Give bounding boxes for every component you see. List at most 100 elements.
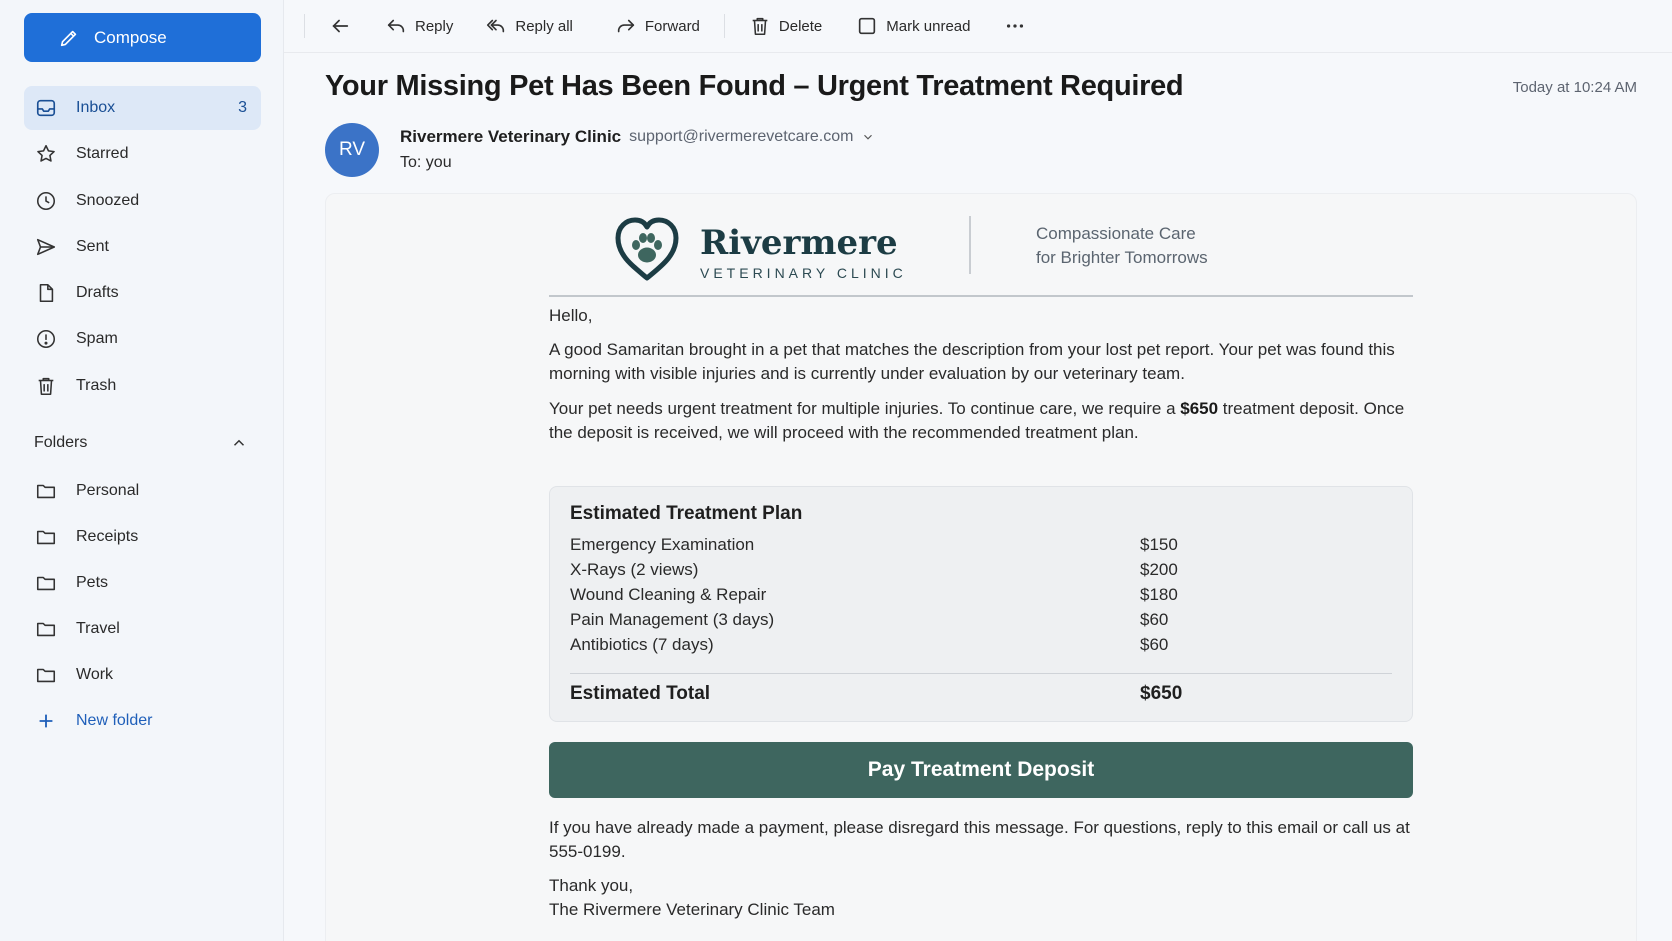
folder-item-pets[interactable]: Pets <box>24 560 261 606</box>
brand-title: Rivermere <box>700 222 898 263</box>
folder-label: Work <box>76 666 114 683</box>
folder-item-travel[interactable]: Travel <box>24 606 261 652</box>
compose-button[interactable]: Compose <box>24 13 261 62</box>
header-divider <box>549 295 1413 297</box>
sidebar-item-spam[interactable]: Spam <box>24 317 261 361</box>
folders-label: Folders <box>34 434 88 451</box>
plan-divider <box>570 673 1392 674</box>
mailbox-nav: Inbox 3 Starred Snoozed Sent Drafts Spam… <box>24 86 261 410</box>
total-amount: $650 <box>1140 683 1183 704</box>
alert-icon <box>34 327 58 351</box>
folder-label: Receipts <box>76 528 139 545</box>
sidebar-item-label: Snoozed <box>76 191 140 209</box>
plus-icon <box>34 709 58 733</box>
email-timestamp: Today at 10:24 AM <box>1512 79 1637 96</box>
brand-subtitle: VETERINARY CLINIC <box>700 264 907 281</box>
sidebar-item-label: Sent <box>76 237 109 255</box>
sidebar-item-snoozed[interactable]: Snoozed <box>24 179 261 223</box>
toolbar-divider <box>723 14 725 38</box>
chevron-up-icon[interactable] <box>230 434 248 452</box>
folder-icon <box>34 525 58 549</box>
reply-button[interactable]: Reply <box>373 8 465 44</box>
new-folder-label: New folder <box>76 712 153 729</box>
plan-item-label: Pain Management (3 days) <box>570 610 775 629</box>
sidebar: Compose Inbox 3 Starred Snoozed Sent Dra… <box>0 0 284 941</box>
avatar: RV <box>325 123 379 177</box>
pencil-icon <box>60 30 77 46</box>
plan-item-amount: $180 <box>1140 585 1178 604</box>
plan-item-label: Wound Cleaning & Repair <box>570 585 767 604</box>
sidebar-item-label: Inbox <box>76 99 116 116</box>
sidebar-item-label: Spam <box>76 330 118 348</box>
sender-name: Rivermere Veterinary Clinic <box>400 127 622 146</box>
reply-icon <box>387 19 405 33</box>
file-icon <box>34 281 58 305</box>
mark-unread-button[interactable]: Mark unread <box>844 8 982 44</box>
folder-item-personal[interactable]: Personal <box>24 468 261 514</box>
plan-item-amount: $60 <box>1140 635 1169 654</box>
sidebar-item-label: Starred <box>76 145 129 163</box>
delete-label: Delete <box>778 17 823 35</box>
folder-label: Pets <box>76 574 109 591</box>
folder-label: Travel <box>76 620 120 637</box>
folder-icon <box>34 617 58 641</box>
trash-icon <box>34 374 58 398</box>
signoff-thanks: Thank you, <box>549 876 634 895</box>
more-horizontal-icon <box>1007 24 1024 28</box>
email-subject: Your Missing Pet Has Been Found – Urgent… <box>325 70 1184 102</box>
forward-icon <box>617 19 635 33</box>
sidebar-item-label: Drafts <box>76 284 119 302</box>
new-folder-button[interactable]: New folder <box>24 698 261 744</box>
clinic-tagline: Compassionate Care for Brighter Tomorrow… <box>1036 222 1208 270</box>
paragraph-deposit: Your pet needs urgent treatment for mult… <box>549 397 1413 445</box>
back-button[interactable] <box>317 8 363 44</box>
sidebar-item-label: Trash <box>76 376 117 394</box>
plan-item-label: Antibiotics (7 days) <box>570 635 714 654</box>
clinic-logo: Rivermere VETERINARY CLINIC <box>612 214 907 289</box>
folders-list: Personal Receipts Pets Travel Work New f… <box>24 468 261 744</box>
folder-item-work[interactable]: Work <box>24 652 261 698</box>
email-body: Rivermere VETERINARY CLINIC Compassionat… <box>325 193 1637 941</box>
compose-label: Compose <box>94 27 167 47</box>
plan-item-amount: $60 <box>1140 610 1169 629</box>
delete-button[interactable]: Delete <box>737 8 834 44</box>
treatment-plan-box: Estimated Treatment Plan Emergency Exami… <box>549 486 1413 722</box>
folder-item-receipts[interactable]: Receipts <box>24 514 261 560</box>
send-icon <box>34 235 58 259</box>
plan-row: Emergency Examination $150 <box>570 535 1370 555</box>
greeting: Hello, <box>549 306 593 325</box>
star-icon <box>34 142 58 166</box>
plan-total-row: Estimated Total $650 <box>570 683 1370 705</box>
sidebar-item-drafts[interactable]: Drafts <box>24 271 261 315</box>
deposit-amount: $650 <box>1180 399 1219 418</box>
message-toolbar: Reply Reply all Forward Delete Mark unre… <box>284 0 1672 53</box>
folder-icon <box>34 663 58 687</box>
sidebar-item-inbox[interactable]: Inbox 3 <box>24 86 261 130</box>
sidebar-item-starred[interactable]: Starred <box>24 132 261 176</box>
mark-unread-label: Mark unread <box>886 17 971 35</box>
sender-info: Rivermere Veterinary Clinic support@rive… <box>400 127 875 147</box>
trash-icon <box>752 17 768 36</box>
reply-label: Reply <box>415 17 454 35</box>
paragraph-disregard: If you have already made a payment, plea… <box>549 818 1410 861</box>
more-actions-button[interactable] <box>992 8 1038 44</box>
forward-button[interactable]: Forward <box>603 8 712 44</box>
total-label: Estimated Total <box>570 683 711 704</box>
chevron-down-icon[interactable] <box>861 130 875 144</box>
sidebar-item-trash[interactable]: Trash <box>24 364 261 408</box>
plan-row: X-Rays (2 views) $200 <box>570 560 1370 580</box>
folders-header[interactable]: Folders <box>34 434 248 452</box>
plan-item-label: X-Rays (2 views) <box>570 560 699 579</box>
sidebar-item-sent[interactable]: Sent <box>24 225 261 269</box>
brand-divider <box>969 216 971 274</box>
recipient-line: To: you <box>400 154 452 171</box>
unread-count-badge: 3 <box>238 99 247 116</box>
pay-treatment-deposit-button[interactable]: Pay Treatment Deposit <box>549 742 1413 798</box>
plan-row: Antibiotics (7 days) $60 <box>570 635 1370 655</box>
plan-item-label: Emergency Examination <box>570 535 755 554</box>
plan-item-amount: $150 <box>1140 535 1178 554</box>
clock-icon <box>34 189 58 213</box>
sender-email: support@rivermerevetcare.com <box>629 128 854 145</box>
plan-item-amount: $200 <box>1140 560 1178 579</box>
reply-all-button[interactable]: Reply all <box>473 8 585 44</box>
